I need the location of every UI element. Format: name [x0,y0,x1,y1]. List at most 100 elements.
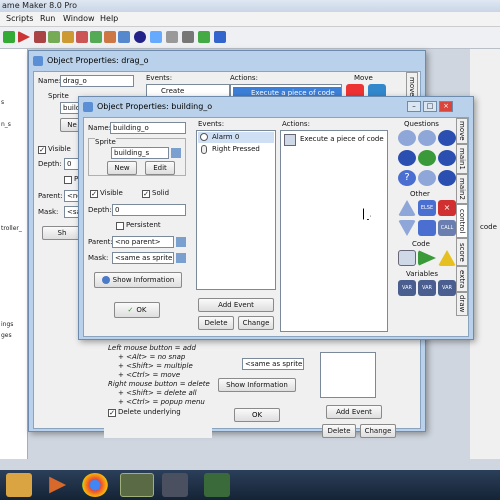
game-info-icon[interactable] [166,31,178,43]
persistent-checkbox[interactable] [116,222,124,230]
parent-menu-icon[interactable] [176,237,186,247]
show-information-button[interactable]: Show Information [94,272,182,288]
visible-checkbox[interactable]: ✓ [90,190,98,198]
window-title-bar[interactable]: Object Properties: drag_o [29,51,425,71]
set-variable-icon[interactable]: VAR [398,280,416,296]
test-expression-icon[interactable]: ? [398,170,416,186]
name-field[interactable]: drag_o [60,75,134,87]
create-script-icon[interactable] [90,31,102,43]
events-list-lower[interactable] [320,352,376,398]
check-grid-icon[interactable] [438,170,456,186]
mask-menu-icon[interactable] [176,253,186,263]
event-row-right-pressed[interactable]: Right Pressed [198,144,274,155]
delete-underlying-checkbox[interactable]: ✓ [108,409,116,417]
media-player-icon[interactable] [49,476,67,494]
tab-move[interactable]: move [456,118,468,144]
run-debug-icon[interactable] [18,31,30,43]
create-font-icon[interactable] [104,31,116,43]
check-mouse-icon[interactable] [418,170,436,186]
menu-window[interactable]: Window [63,14,95,23]
app6-icon[interactable] [204,473,230,497]
maximize-button[interactable]: □ [423,101,437,112]
persistent-checkbox[interactable] [64,176,72,184]
end-block-icon[interactable] [398,220,416,236]
repeat-icon[interactable] [418,220,436,236]
parent-field[interactable]: <no parent> [112,236,174,248]
create-path-icon[interactable] [76,31,88,43]
tree-item[interactable]: troller_ [1,225,22,232]
comment-icon[interactable] [438,250,456,266]
edit-sprite-button[interactable]: Edit [145,161,175,175]
extensions-icon[interactable] [198,31,210,43]
close-button[interactable]: × [439,101,453,112]
menu-help[interactable]: Help [100,14,118,23]
ok-button[interactable]: OK [234,408,280,422]
gamemaker-icon[interactable] [120,473,154,497]
create-room-icon[interactable] [150,31,162,43]
name-field[interactable]: building_o [110,122,186,134]
new-sprite-button[interactable]: New [107,161,137,175]
action-row[interactable]: Execute a piece of code [282,132,386,148]
delete-event-button[interactable]: Delete [198,316,234,330]
start-block-icon[interactable] [398,200,416,216]
menu-scripts[interactable]: Scripts [6,14,33,23]
delete-event-button[interactable]: Delete [322,424,356,438]
check-question-icon[interactable] [438,150,456,166]
change-event-button[interactable]: Change [360,424,396,438]
chrome-icon[interactable] [82,473,108,497]
test-chance-icon[interactable] [418,150,436,166]
app5-icon[interactable] [162,473,188,497]
actions-list[interactable]: Execute a piece of code [280,130,388,332]
sprite-browse-icon[interactable] [171,148,181,158]
else-icon[interactable]: ELSE [418,200,436,216]
draw-variable-icon[interactable]: VAR [438,280,456,296]
execute-script-icon[interactable] [418,250,436,266]
sprite-field[interactable]: building_s [111,147,169,159]
check-object-icon[interactable] [438,130,456,146]
folder-icon[interactable] [6,473,32,497]
test-variable-icon[interactable]: VAR [418,280,436,296]
help-icon[interactable] [214,31,226,43]
add-event-button[interactable]: Add Event [326,405,382,419]
solid-checkbox[interactable]: ✓ [142,190,150,198]
minimize-button[interactable]: – [407,101,421,112]
mask-field-lower[interactable]: <same as sprite> [242,358,304,370]
show-information-button[interactable]: Show Information [218,378,296,392]
event-item[interactable]: Create [161,87,184,95]
create-background-icon[interactable] [62,31,74,43]
create-sound-icon[interactable] [48,31,60,43]
exit-event-icon[interactable]: × [438,200,456,216]
resource-tree[interactable]: s n_s troller_ ings ges [0,49,28,459]
execute-code-icon[interactable] [398,250,416,266]
add-event-button[interactable]: Add Event [198,298,274,312]
create-timeline-icon[interactable] [118,31,130,43]
tab-main2[interactable]: main2 [456,174,468,204]
test-instance-count-icon[interactable] [398,150,416,166]
depth-field[interactable]: 0 [112,204,186,216]
create-sprite-icon[interactable] [34,31,46,43]
tab-control[interactable]: control [456,204,468,238]
tab-extra[interactable]: extra [456,266,468,292]
tree-item[interactable]: n_s [1,121,11,128]
change-event-button[interactable]: Change [238,316,274,330]
event-item[interactable]: Right Pressed [212,145,260,153]
visible-checkbox[interactable]: ✓ [38,146,46,154]
create-object-icon[interactable] [134,31,146,43]
global-settings-icon[interactable] [182,31,194,43]
tab-draw[interactable]: draw [456,292,468,316]
check-collision-icon[interactable] [418,130,436,146]
tree-item[interactable]: ges [1,332,12,339]
tab-main1[interactable]: main1 [456,144,468,174]
tab-score[interactable]: score [456,238,468,266]
ok-button[interactable]: ✓ OK [114,302,160,318]
tree-item[interactable]: s [1,99,4,106]
tree-item[interactable]: ings [1,321,13,328]
event-row-alarm[interactable]: Alarm 0 [198,132,274,143]
show-info-button[interactable]: Sh [42,226,82,240]
events-list[interactable]: Alarm 0 Right Pressed [196,130,276,290]
check-empty-icon[interactable] [398,130,416,146]
run-icon[interactable] [3,31,15,43]
event-item[interactable]: Alarm 0 [212,133,239,141]
mask-field[interactable]: <same as sprite> [112,252,174,264]
action-item[interactable]: Execute a piece of code [300,135,384,143]
